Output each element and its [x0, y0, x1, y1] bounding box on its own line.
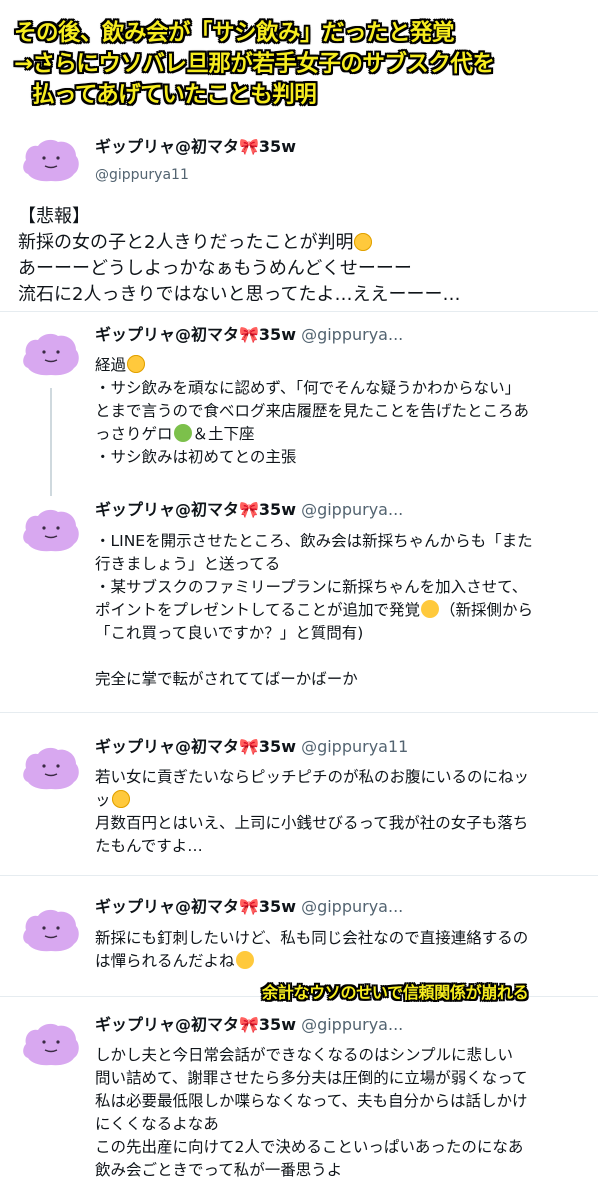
divider	[0, 712, 598, 713]
ditto-avatar-icon	[23, 139, 79, 182]
reply-text: ・LINEを開示させたところ、飲み会は新採ちゃんからも「また 行きましょう」と送…	[95, 530, 590, 691]
text-line: ポイントをプレゼントしてることが追加で発覚	[95, 601, 421, 619]
text-line: とまで言うので食べログ来店履歴を見たことを告げたところあ	[95, 402, 530, 420]
text-line: 若い女に貢ぎたいならピッチピチのが私のお腹にいるのにねッ	[95, 768, 530, 786]
author-handle[interactable]: @gippurya...	[301, 1015, 403, 1034]
text-line: たもんですよ…	[95, 837, 203, 855]
ditto-avatar-icon	[23, 509, 79, 552]
text-line: 完全に掌で転がされててばーかばーか	[95, 670, 358, 688]
text-line: あーーーどうしよっかなぁもうめんどくせーーー	[18, 258, 412, 279]
text-line: 「これ買って良いですか？」と質問有)	[95, 624, 364, 642]
author-name[interactable]: ギップリャ@初マタ🎀35w	[95, 737, 296, 756]
divider	[0, 875, 598, 876]
text-line: 飲み会ごときでって私が一番思うよ	[95, 1161, 343, 1179]
text-line: 私は必要最低限しか喋らなくなって、夫も自分からは話しかけ	[95, 1092, 528, 1110]
divider	[0, 311, 598, 312]
text-line: 問い詰めて、謝罪させたら多分夫は圧倒的に立場が弱くなって	[95, 1069, 528, 1087]
author-name[interactable]: ギップリャ@初マタ🎀35w	[95, 1015, 296, 1034]
author-name-row[interactable]: ギップリャ@初マタ🎀35w @gippurya...	[95, 1015, 403, 1035]
author-name-row[interactable]: ギップリャ@初マタ🎀35w @gippurya...	[95, 897, 403, 917]
author-handle[interactable]: @gippurya...	[301, 897, 403, 916]
text-line: は憚られるんだよね	[95, 952, 235, 970]
ditto-avatar-icon	[23, 333, 79, 376]
reply-text: 新採にも釘刺したいけど、私も同じ会社なので直接連絡するの は憚られるんだよね	[95, 927, 590, 973]
overlay-caption: 余計なウソのせいで信頼関係が崩れる	[262, 983, 529, 1002]
text-line: にくくなるよなあ	[95, 1115, 219, 1133]
avatar[interactable]	[20, 500, 82, 562]
smiling-angel-emoji-icon	[354, 233, 373, 251]
caption-banner: その後、飲み会が「サシ飲み」だったと発覚 →さらにウソバレ旦那が若手女子のサブス…	[0, 0, 598, 118]
caption-line-1: その後、飲み会が「サシ飲み」だったと発覚	[14, 20, 455, 46]
text-line: 経過	[95, 356, 127, 374]
author-handle[interactable]: @gippurya11	[301, 737, 408, 756]
text-line: 新採の女の子と2人きりだったことが判明	[18, 232, 354, 253]
smiling-angel-emoji-icon	[127, 355, 146, 373]
author-handle[interactable]: @gippurya...	[301, 325, 403, 344]
thinking-face-emoji-icon	[235, 951, 254, 969]
author-name[interactable]: ギップリャ@初マタ🎀35w	[95, 897, 296, 916]
text-line: 行きましょう」と送ってる	[95, 555, 281, 573]
frog-emoji-icon	[173, 424, 192, 442]
thread-connector	[50, 388, 52, 496]
text-line: 流石に2人っきりではないと思ってたよ…ええーーー…	[18, 284, 461, 305]
caption-line-2: →さらにウソバレ旦那が若手女子のサブスク代を	[14, 51, 495, 77]
avatar[interactable]	[20, 1014, 82, 1076]
reply-text: 経過 ・サシ飲みを頑なに認めず、「何でそんな疑うかわからない」 とまで言うので食…	[95, 354, 590, 469]
author-name-row[interactable]: ギップリャ@初マタ🎀35w @gippurya...	[95, 325, 403, 345]
author-name-row[interactable]: ギップリャ@初マタ🎀35w @gippurya...	[95, 500, 403, 520]
author-name[interactable]: ギップリャ@初マタ🎀35w	[95, 325, 296, 344]
caption-line-3: 払ってあげていたことも判明	[32, 82, 317, 108]
ditto-avatar-icon	[23, 1023, 79, 1066]
author-handle[interactable]: @gippurya11	[95, 166, 189, 184]
avatar[interactable]	[20, 738, 82, 800]
author-handle[interactable]: @gippurya...	[301, 500, 403, 519]
reply-text: しかし夫と今日常会話ができなくなるのはシンプルに悲しい 問い詰めて、謝罪させたら…	[95, 1044, 590, 1182]
main-post-text: 【悲報】 新採の女の子と2人きりだったことが判明 あーーーどうしよっかなぁもうめ…	[18, 204, 588, 308]
text-line: 新採にも釘刺したいけど、私も同じ会社なので直接連絡するの	[95, 929, 529, 947]
ditto-avatar-icon	[23, 747, 79, 790]
text-line: ・某サブスクのファミリープランに新採ちゃんを加入させて、	[95, 578, 528, 596]
text-line: ・サシ飲みは初めてとの主張	[95, 448, 297, 466]
upside-down-face-emoji-icon	[421, 600, 440, 618]
author-name[interactable]: ギップリャ@初マタ🎀35w	[95, 137, 296, 156]
avatar[interactable]	[20, 324, 82, 386]
avatar[interactable]	[20, 900, 82, 962]
text-line: （新採側から	[440, 601, 534, 619]
ditto-avatar-icon	[23, 909, 79, 952]
text-line: しかし夫と今日常会話ができなくなるのはシンプルに悲しい	[95, 1046, 514, 1064]
author-name-row[interactable]: ギップリャ@初マタ🎀35w	[95, 137, 296, 157]
text-line: この先出産に向けて2人で決めることいっぱいあったのになあ	[95, 1138, 524, 1156]
text-line: 月数百円とはいえ、上司に小銭せびるって我が社の女子も落ち	[95, 814, 529, 832]
author-name-row[interactable]: ギップリャ@初マタ🎀35w @gippurya11	[95, 737, 408, 757]
author-name[interactable]: ギップリャ@初マタ🎀35w	[95, 500, 296, 519]
text-line: ・LINEを開示させたところ、飲み会は新採ちゃんからも「また	[95, 532, 533, 550]
reply-text: 若い女に貢ぎたいならピッチピチのが私のお腹にいるのにねッ ッ 月数百円とはいえ、…	[95, 766, 590, 858]
text-line: っさりゲロ	[95, 425, 173, 443]
avatar[interactable]	[20, 130, 82, 192]
text-line: 【悲報】	[18, 206, 90, 227]
smiling-angel-emoji-icon	[111, 790, 130, 808]
text-line: ッ	[95, 791, 111, 809]
text-line: ・サシ飲みを頑なに認めず、「何でそんな疑うかわからない」	[95, 379, 521, 397]
text-line: ＆土下座	[192, 425, 255, 443]
